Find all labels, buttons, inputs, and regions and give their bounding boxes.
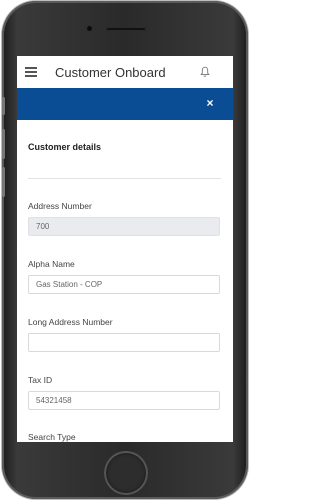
home-button[interactable] xyxy=(104,451,148,495)
alpha-name-field[interactable]: Gas Station - COP xyxy=(28,275,220,294)
modal-header: × xyxy=(17,88,233,120)
volume-down-button xyxy=(2,167,5,197)
bell-icon[interactable] xyxy=(200,66,210,78)
section-title: Customer details xyxy=(28,142,102,152)
long-address-number-field[interactable] xyxy=(28,333,220,352)
front-camera xyxy=(86,25,93,32)
address-number-label: Address Number xyxy=(28,201,92,211)
phone-screen: Customer Onboard × Customer details Addr… xyxy=(17,56,233,442)
alpha-name-label: Alpha Name xyxy=(28,259,75,269)
address-number-field: 700 xyxy=(28,217,220,236)
earpiece-speaker xyxy=(106,27,146,31)
tax-id-label: Tax ID xyxy=(28,375,53,385)
mute-switch xyxy=(2,97,5,115)
long-address-number-label: Long Address Number xyxy=(28,317,113,327)
section-divider xyxy=(28,178,221,179)
tax-id-field[interactable]: 54321458 xyxy=(28,391,220,410)
close-icon[interactable]: × xyxy=(203,96,217,110)
search-type-label: Search Type xyxy=(28,432,76,442)
app-title: Customer Onboard xyxy=(55,65,166,80)
volume-up-button xyxy=(2,129,5,159)
app-bar: Customer Onboard xyxy=(17,56,233,88)
hamburger-icon[interactable] xyxy=(25,67,37,77)
